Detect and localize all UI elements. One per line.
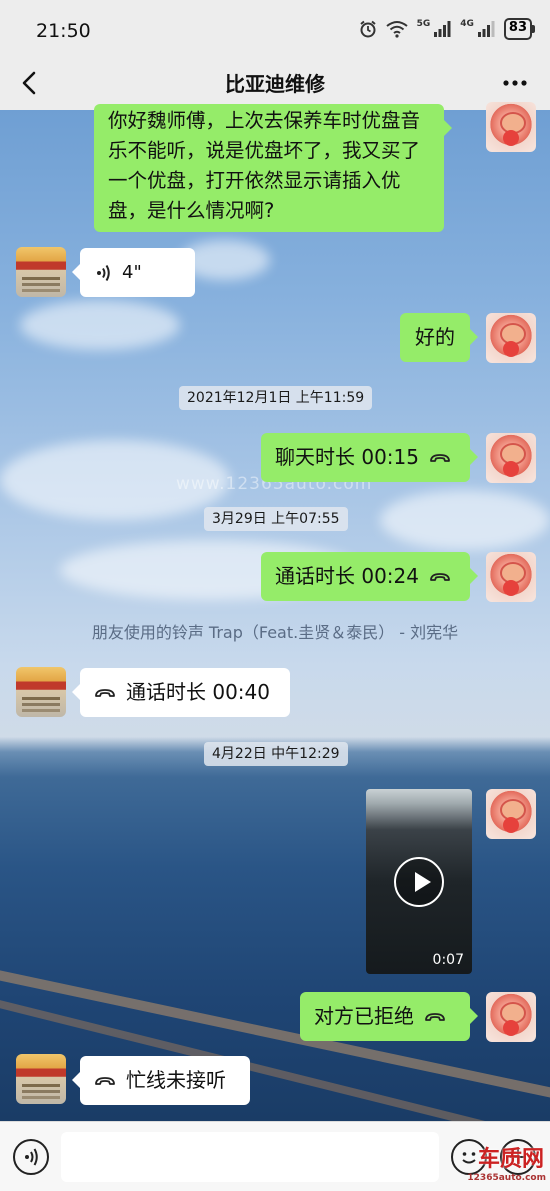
ringtone-notice[interactable]: 朋友使用的铃声 Trap（Feat.圭贤＆泰民） - 刘宪华 xyxy=(0,619,550,643)
call-record-text: 对方已拒绝 xyxy=(314,1004,414,1028)
signal-icon xyxy=(477,21,495,37)
call-record-bubble[interactable]: 通话时长 00:40 xyxy=(72,668,290,717)
status-icons: 5G 4G 83 xyxy=(359,18,536,40)
avatar[interactable] xyxy=(486,102,536,152)
avatar[interactable] xyxy=(16,667,66,717)
battery-icon: 83 xyxy=(503,18,536,40)
site-logo-url: 12365auto.com xyxy=(467,1173,546,1183)
call-record-text: 通话时长 00:40 xyxy=(126,680,270,704)
voice-icon xyxy=(25,1148,38,1166)
avatar[interactable] xyxy=(486,552,536,602)
phone-hangup-icon xyxy=(430,572,450,581)
timestamp: 3月29日 上午07:55 xyxy=(204,507,348,531)
avatar[interactable] xyxy=(16,1054,66,1104)
voice-wave-icon xyxy=(97,264,110,281)
wifi-icon xyxy=(385,21,408,38)
video-duration: 0:07 xyxy=(432,952,464,968)
message-text: 你好魏师傅，上次去保养车时优盘音乐不能听，说是优盘坏了，我又买了一个优盘，打开依… xyxy=(108,109,421,222)
chat-title: 比亚迪维修 xyxy=(225,72,325,96)
timestamp: 2021年12月1日 上午11:59 xyxy=(179,386,373,410)
site-logo: 车质网 xyxy=(477,1147,544,1172)
avatar[interactable] xyxy=(16,247,66,297)
call-record-bubble[interactable]: 聊天时长 00:15 xyxy=(261,433,478,482)
avatar[interactable] xyxy=(486,433,536,483)
avatar[interactable] xyxy=(486,313,536,363)
play-icon[interactable] xyxy=(394,857,444,907)
call-record-text: 通话时长 00:24 xyxy=(275,564,419,588)
more-icon[interactable] xyxy=(498,66,532,100)
chat-header: 比亚迪维修 xyxy=(0,58,550,110)
avatar[interactable] xyxy=(486,992,536,1042)
status-time: 21:50 xyxy=(36,20,91,42)
avatar[interactable] xyxy=(486,789,536,839)
signal-icon xyxy=(434,21,451,37)
alarm-icon xyxy=(359,20,376,38)
phone-hangup-icon xyxy=(425,1012,445,1021)
cloud xyxy=(380,490,550,550)
phone-hangup-icon xyxy=(95,1076,115,1085)
call-record-bubble[interactable]: 通话时长 00:24 xyxy=(261,552,478,601)
network-5g-label: 5G xyxy=(416,19,431,29)
call-record-bubble[interactable]: 忙线未接听 xyxy=(72,1056,250,1105)
network-4g-label: 4G xyxy=(460,19,474,29)
status-bar: 21:50 5G 4G 83 xyxy=(0,0,550,58)
voice-input-button[interactable] xyxy=(13,1139,49,1175)
sent-message-bubble[interactable]: 好的 xyxy=(400,313,478,362)
input-bar: 车质网 12365auto.com xyxy=(0,1121,550,1191)
phone-hangup-icon xyxy=(95,688,115,697)
call-record-bubble[interactable]: 对方已拒绝 xyxy=(300,992,478,1041)
message-input[interactable] xyxy=(61,1132,439,1182)
cloud xyxy=(20,300,180,350)
voice-message-bubble[interactable]: 4" xyxy=(72,248,195,297)
sent-message-bubble[interactable]: 你好魏师傅，上次去保养车时优盘音乐不能听，说是优盘坏了，我又买了一个优盘，打开依… xyxy=(94,104,452,232)
timestamp: 4月22日 中午12:29 xyxy=(204,742,348,766)
video-message[interactable]: 0:07 xyxy=(366,789,472,974)
call-record-text: 聊天时长 00:15 xyxy=(275,445,419,469)
voice-duration: 4" xyxy=(122,262,142,283)
phone-hangup-icon xyxy=(430,453,450,462)
message-text: 好的 xyxy=(415,325,455,349)
call-record-text: 忙线未接听 xyxy=(126,1068,226,1092)
